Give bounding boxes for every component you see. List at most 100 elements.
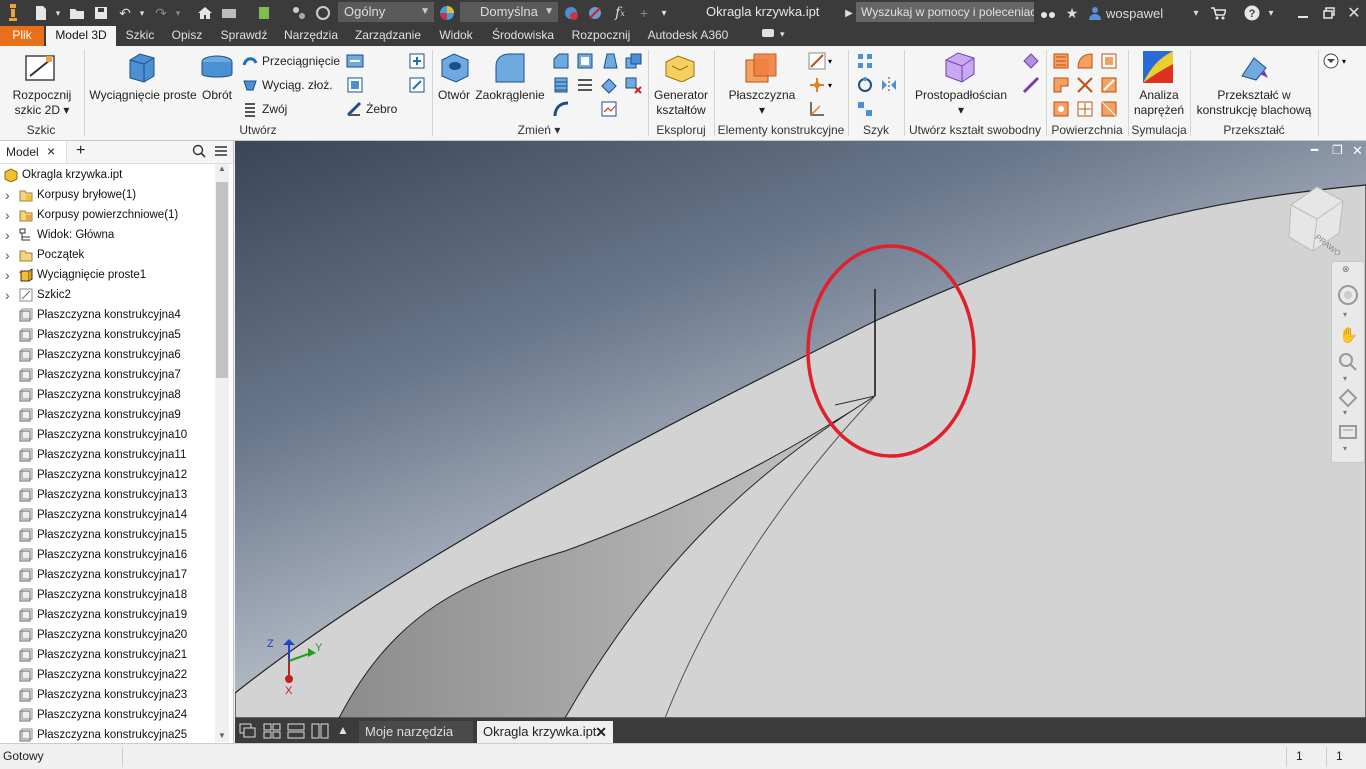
viewport-minimize-icon[interactable]: ━ [1311, 143, 1318, 157]
material-dropdown[interactable]: Ogólny ▼ [338, 2, 434, 22]
tab-inspect[interactable]: Sprawdź [212, 26, 276, 46]
chevron-down-icon[interactable]: ▾ [1343, 374, 1347, 383]
coil-button[interactable]: Zwój [242, 100, 287, 118]
new-file-icon[interactable] [30, 3, 52, 23]
freeform-convert-icon[interactable] [1022, 76, 1040, 97]
expand-arrow-icon[interactable]: › [5, 205, 10, 225]
restore-icon[interactable] [1316, 3, 1342, 23]
rectangular-pattern-icon[interactable] [856, 52, 874, 73]
fit-mesh-face-icon[interactable] [1076, 100, 1094, 121]
group-modify-label[interactable]: Zmień ▾ [434, 123, 644, 137]
repair-bodies-icon[interactable] [1052, 100, 1070, 121]
customize-dropdown-icon[interactable]: ▾ [656, 3, 672, 23]
start-sketch-button[interactable]: Rozpocznij szkic 2D ▾ [6, 88, 78, 118]
tab-my-tools[interactable]: Moje narzędzia g... [359, 721, 473, 761]
tab-sketch[interactable]: Szkic [118, 26, 162, 46]
cart-icon[interactable] [1208, 3, 1228, 23]
expand-arrow-icon[interactable]: › [5, 265, 10, 285]
tab-tools[interactable]: Narzędzia [278, 26, 344, 46]
close-icon[interactable]: ✕ [1342, 3, 1366, 23]
tab-environments[interactable]: Środowiska [482, 26, 564, 46]
user-name[interactable]: wospawel [1106, 3, 1166, 23]
tab-list-icon[interactable]: ▲ [337, 723, 349, 737]
search-icon[interactable] [192, 144, 206, 161]
undo-dropdown-icon[interactable]: ▾ [136, 3, 148, 23]
add-tab-icon[interactable]: + [76, 142, 85, 160]
chevron-down-icon[interactable]: ▾ [1343, 444, 1347, 453]
ribbon-toggle-icon[interactable]: ▾ [756, 26, 790, 46]
expand-arrow-icon[interactable]: › [5, 285, 10, 305]
extrude-button[interactable]: Wyciągnięcie proste [88, 88, 198, 103]
delete-face-icon[interactable] [624, 76, 642, 97]
fillet-button[interactable]: Zaokrąglenie [474, 88, 546, 103]
freeform-edit-icon[interactable] [1022, 52, 1040, 73]
convert-sheet-metal-button[interactable]: Przekształć w konstrukcję blachową [1192, 88, 1316, 118]
look-at-icon[interactable] [1338, 422, 1358, 443]
tab-model-3d[interactable]: Model 3D [46, 26, 116, 46]
clear-appearance-icon[interactable] [584, 3, 606, 23]
help-search-input[interactable]: Wyszukaj w pomocy i poleceniach [856, 2, 1034, 22]
parameters-fx-icon[interactable]: fx [608, 3, 632, 23]
ribbon-options-icon[interactable]: ▾ [1322, 52, 1352, 73]
undo-icon[interactable]: ↶ [114, 3, 136, 23]
chevron-down-icon[interactable]: ▾ [1343, 310, 1347, 319]
tile-windows-icon[interactable] [263, 723, 281, 742]
viewport-restore-icon[interactable]: ❐ [1332, 143, 1343, 157]
sketch-driven-pattern-icon[interactable] [856, 100, 874, 121]
inventor-logo-icon[interactable] [2, 3, 24, 23]
tab-file[interactable]: Plik [0, 26, 44, 46]
revolve-button[interactable]: Obrót [198, 88, 236, 103]
tile-vertical-icon[interactable] [311, 723, 329, 742]
measure-icon[interactable] [312, 3, 334, 23]
split-icon[interactable] [576, 76, 594, 97]
rib-button[interactable]: Żebro [346, 100, 397, 118]
patch-icon[interactable] [1100, 52, 1118, 73]
project-icon[interactable] [218, 3, 240, 23]
tab-view[interactable]: Widok [432, 26, 480, 46]
ucs-icon[interactable] [808, 100, 826, 121]
expand-arrow-icon[interactable]: › [5, 245, 10, 265]
hole-button[interactable]: Otwór [434, 88, 474, 103]
graphics-viewport[interactable]: ━ ❐ ✕ PRAWO ⊗ ▾ ✋ ▾ ▾ ▾ Z Y X [235, 141, 1366, 718]
point-icon[interactable]: ▾ [808, 76, 836, 97]
replace-face-surface-icon[interactable] [1100, 76, 1118, 97]
sweep-button[interactable]: Przeciągnięcie [242, 52, 340, 70]
help-dropdown-icon[interactable]: ▾ [1264, 3, 1278, 23]
close-icon[interactable]: × [47, 143, 55, 159]
direct-edit-icon[interactable] [600, 76, 618, 97]
extend-icon[interactable] [1076, 76, 1094, 97]
orbit-icon[interactable] [1338, 388, 1358, 411]
browser-scrollbar[interactable]: ▲ ▼ [215, 164, 229, 742]
viewcube[interactable]: PRAWO [1281, 177, 1351, 258]
open-folder-icon[interactable] [66, 3, 88, 23]
thicken-icon[interactable] [600, 100, 618, 121]
scrollbar-thumb[interactable] [216, 182, 228, 378]
cascade-windows-icon[interactable] [239, 723, 257, 742]
user-dropdown-icon[interactable]: ▾ [1188, 3, 1204, 23]
chamfer-icon[interactable] [552, 52, 570, 73]
tab-model[interactable]: Model × [0, 141, 67, 163]
box-freeform-button[interactable]: Prostopadłościan ▾ [906, 88, 1016, 118]
expand-arrow-icon[interactable]: › [5, 185, 10, 205]
derive-icon[interactable] [346, 76, 364, 97]
draft-icon[interactable] [600, 52, 618, 73]
update-icon[interactable] [254, 3, 276, 23]
select-icon[interactable] [288, 3, 310, 23]
unwrap-icon[interactable] [408, 76, 426, 97]
axis-icon[interactable]: ▾ [808, 52, 836, 73]
stress-analysis-button[interactable]: Analiza naprężeń [1130, 88, 1188, 118]
scroll-up-icon[interactable]: ▲ [218, 164, 226, 173]
menu-icon[interactable] [214, 145, 228, 160]
steering-wheel-icon[interactable] [1337, 284, 1359, 309]
pan-hand-icon[interactable]: ✋ [1339, 326, 1358, 344]
emboss-icon[interactable] [346, 52, 364, 73]
circular-pattern-icon[interactable] [856, 76, 874, 97]
appearance-dropdown[interactable]: Domyślna ▼ [460, 2, 558, 22]
combine-icon[interactable] [624, 52, 642, 73]
tab-document-active[interactable]: Okragla krzywka.ipt ✕ [477, 721, 613, 743]
tab-annotate[interactable]: Opisz [164, 26, 210, 46]
zoom-icon[interactable] [1338, 352, 1358, 375]
redo-dropdown-icon[interactable]: ▾ [172, 3, 184, 23]
user-icon[interactable] [1086, 3, 1104, 23]
shape-generator-button[interactable]: Generator kształtów [650, 88, 712, 118]
